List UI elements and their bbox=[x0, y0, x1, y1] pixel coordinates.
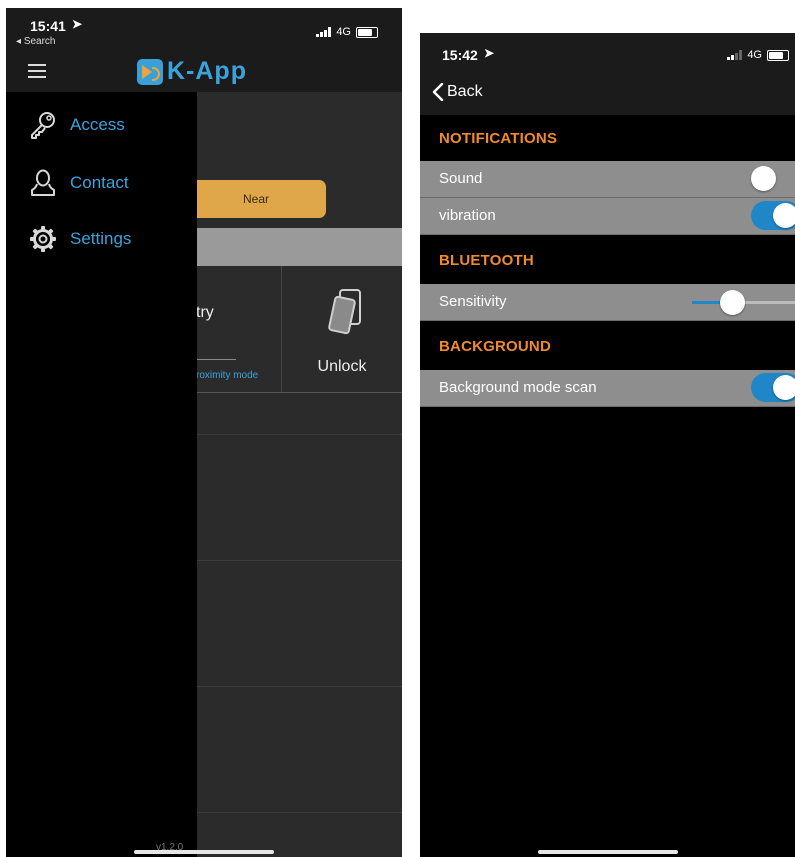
list-divider bbox=[196, 434, 402, 435]
list-divider bbox=[196, 560, 402, 561]
status-time: 15:42 bbox=[442, 47, 478, 63]
drawer-item-label: Contact bbox=[70, 173, 129, 192]
unlock-tile[interactable]: Unlock bbox=[282, 266, 402, 392]
section-background: BACKGROUND bbox=[439, 338, 551, 355]
signal-icon bbox=[316, 27, 332, 37]
right-phone-screen: 15:42 ➤ 4G Back NOTIFICATIONS Sound vibr… bbox=[420, 33, 795, 857]
chevron-left-icon bbox=[432, 83, 444, 101]
app-header: 15:41 ➤ ◂ Search 4G K-App bbox=[6, 8, 402, 92]
entry-divider bbox=[196, 359, 236, 360]
back-to-app[interactable]: ◂ Search bbox=[16, 36, 56, 47]
signal-icon bbox=[727, 50, 743, 60]
background-scan-toggle[interactable] bbox=[751, 373, 795, 402]
background-scan-label: Background mode scan bbox=[439, 379, 597, 396]
section-bluetooth: BLUETOOTH bbox=[439, 252, 534, 269]
left-phone-screen: 15:41 ➤ ◂ Search 4G K-App Near try roxim… bbox=[6, 8, 402, 857]
drawer-item-contact[interactable]: Contact bbox=[28, 168, 129, 198]
network-type: 4G bbox=[336, 26, 351, 38]
vibration-label: vibration bbox=[439, 207, 496, 224]
sensitivity-slider[interactable] bbox=[692, 290, 795, 315]
vibration-toggle[interactable] bbox=[751, 201, 795, 230]
background-scan-row: Background mode scan bbox=[420, 370, 795, 407]
section-notifications: NOTIFICATIONS bbox=[439, 130, 558, 147]
drawer-item-label: Access bbox=[70, 115, 125, 134]
phone-unlock-icon bbox=[328, 289, 361, 335]
location-arrow-icon: ➤ bbox=[72, 17, 83, 31]
location-arrow-icon: ➤ bbox=[484, 46, 495, 60]
battery-icon bbox=[356, 26, 378, 38]
toggle-knob bbox=[751, 166, 776, 191]
battery-icon bbox=[767, 49, 789, 61]
list-divider bbox=[196, 686, 402, 687]
person-icon bbox=[31, 169, 55, 196]
entry-tile-mode: roximity mode bbox=[196, 370, 259, 381]
side-drawer: Access Contact Settings v1.2.0 bbox=[6, 92, 197, 857]
network-status: 4G bbox=[316, 26, 378, 38]
status-time: 15:41 bbox=[30, 18, 66, 34]
near-mode-button[interactable]: Near bbox=[186, 180, 326, 218]
back-to-app-label: Search bbox=[23, 36, 56, 47]
gear-icon bbox=[30, 226, 56, 252]
settings-list: NOTIFICATIONS Sound vibration BLUETOOTH … bbox=[420, 115, 795, 857]
sound-label: Sound bbox=[439, 170, 483, 187]
toggle-knob bbox=[773, 203, 795, 228]
slider-knob[interactable] bbox=[720, 290, 745, 315]
sensitivity-row: Sensitivity bbox=[420, 284, 795, 321]
list-divider bbox=[196, 812, 402, 813]
key-icon bbox=[31, 112, 55, 139]
sound-toggle[interactable] bbox=[751, 164, 795, 193]
drawer-item-label: Settings bbox=[70, 229, 132, 248]
home-indicator[interactable] bbox=[134, 850, 274, 854]
sound-row: Sound bbox=[420, 161, 795, 198]
entry-tile-title: try bbox=[196, 304, 214, 321]
vibration-row: vibration bbox=[420, 198, 795, 235]
home-indicator[interactable] bbox=[538, 850, 678, 854]
status-bar: 15:41 ➤ ◂ Search 4G bbox=[6, 8, 402, 58]
drawer-item-access[interactable]: Access bbox=[28, 110, 125, 140]
drawer-item-settings[interactable]: Settings bbox=[28, 224, 131, 254]
toggle-knob bbox=[773, 375, 795, 400]
status-bar: 15:42 ➤ 4G Back bbox=[420, 33, 795, 115]
logo-mark-icon bbox=[137, 58, 163, 85]
back-label: Back bbox=[447, 83, 483, 100]
network-type: 4G bbox=[747, 49, 762, 61]
back-button[interactable]: Back bbox=[432, 83, 483, 101]
unlock-tile-label: Unlock bbox=[317, 358, 367, 375]
app-title: K-App bbox=[167, 57, 247, 85]
app-logo: K-App bbox=[137, 57, 247, 86]
network-status: 4G bbox=[727, 49, 789, 61]
menu-icon[interactable] bbox=[28, 64, 46, 78]
sensitivity-label: Sensitivity bbox=[439, 293, 507, 310]
